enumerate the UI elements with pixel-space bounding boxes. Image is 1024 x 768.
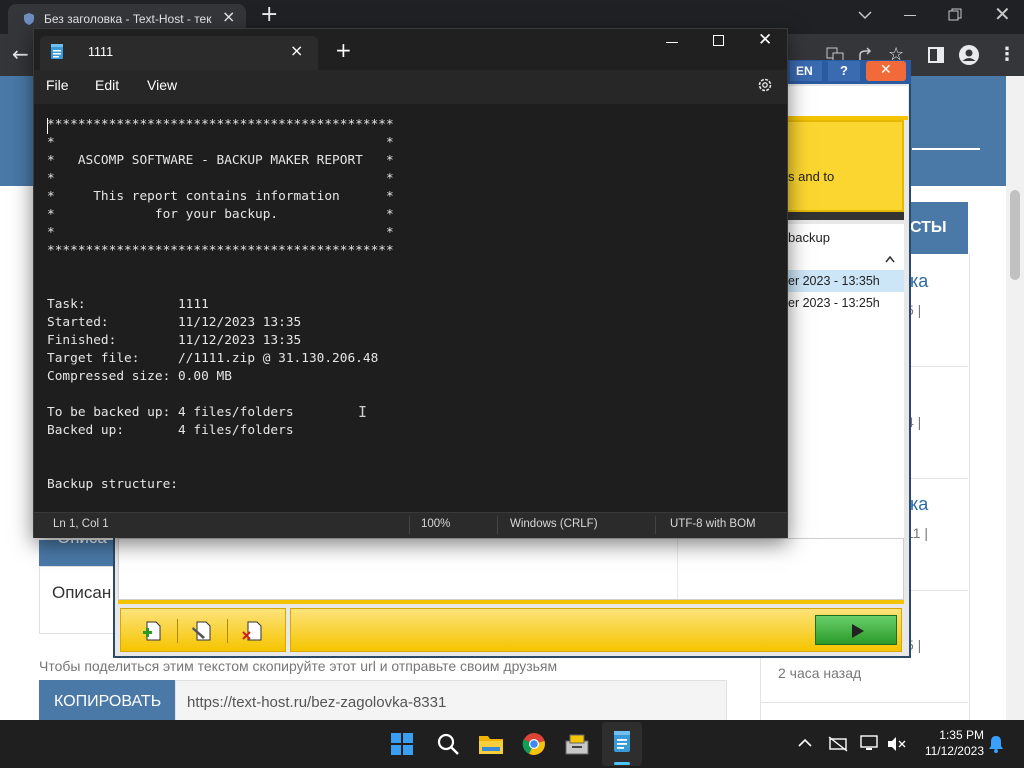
bm-banner-shadow (788, 212, 904, 220)
notepad-icon (51, 44, 63, 59)
minimize-icon[interactable] (904, 15, 916, 16)
sidebar-item-time: 2 часа назад (778, 665, 862, 681)
file-explorer-icon[interactable] (478, 732, 504, 756)
notification-bell-icon[interactable] (988, 735, 1004, 753)
bm-toolbar-strip (788, 86, 908, 116)
menu-file[interactable]: File (46, 77, 69, 93)
maximize-icon[interactable] (713, 35, 724, 46)
text-caret (47, 118, 48, 134)
browser-tab-title: Без заголовка - Text-Host - тек (44, 12, 212, 26)
chevron-down-icon[interactable] (858, 10, 872, 20)
bm-lower-panel (118, 538, 904, 600)
page-scrollbar[interactable] (1006, 76, 1024, 720)
description-tab[interactable]: Описа (39, 528, 117, 566)
status-encoding: UTF-8 with BOM (670, 518, 756, 530)
chrome-icon[interactable] (522, 732, 546, 756)
clock-time[interactable]: 1:35 PM (922, 728, 984, 742)
bm-banner: s and to (788, 120, 904, 212)
toolbar-separator (177, 619, 178, 643)
description-label: Описан (52, 583, 112, 602)
bm-close-button[interactable]: ✕ (866, 61, 906, 81)
network-icon[interactable] (828, 736, 848, 752)
menu-dots-icon[interactable]: ⋮ (998, 44, 1016, 65)
chevron-up-icon[interactable] (798, 738, 812, 748)
notepad-taskbar-button[interactable] (602, 722, 642, 766)
shield-icon (24, 13, 34, 25)
display-icon[interactable] (860, 735, 878, 751)
sidebar-item-title[interactable]: ка (910, 271, 928, 292)
url-field[interactable]: https://text-host.ru/bez-zagolovka-8331 (175, 680, 727, 722)
sidebar-heading-text: СТЫ (910, 219, 947, 236)
backup-maker-taskbar-icon[interactable] (564, 731, 590, 757)
gear-icon[interactable] (756, 76, 774, 94)
bm-action-toolbar (120, 608, 286, 652)
sidebar-divider (760, 702, 968, 703)
sidebar-item-title[interactable]: ка (910, 494, 928, 515)
bm-accent-line (118, 600, 904, 604)
notepad-text[interactable]: ****************************************… (47, 116, 767, 506)
profile-icon[interactable] (958, 44, 980, 66)
new-tab-icon[interactable]: + (335, 38, 352, 62)
search-icon[interactable] (436, 732, 460, 756)
notepad-tab[interactable]: 1111 × (40, 36, 318, 70)
bm-column-divider (677, 539, 678, 599)
status-divider (655, 516, 656, 534)
restore-icon[interactable] (948, 8, 962, 22)
play-icon (852, 624, 864, 638)
active-indicator (614, 762, 630, 765)
bm-list-item-selected[interactable]: er 2023 - 13:35h (788, 270, 904, 292)
help-button[interactable]: ? (828, 61, 860, 81)
windows-start-icon[interactable] (390, 732, 414, 756)
close-icon[interactable]: ✕ (758, 30, 772, 50)
close-icon: ✕ (880, 62, 892, 78)
notepad-tab-title: 1111 (88, 45, 114, 59)
bm-list-header: backup (788, 224, 904, 253)
status-position: Ln 1, Col 1 (53, 518, 109, 530)
status-line-ending: Windows (CRLF) (510, 518, 598, 530)
menu-view[interactable]: View (147, 77, 177, 93)
minimize-icon[interactable] (666, 42, 678, 43)
description-panel: Описан (39, 566, 117, 634)
language-button[interactable]: EN (790, 61, 822, 81)
toolbar-separator (227, 619, 228, 643)
status-zoom[interactable]: 100% (421, 518, 450, 530)
page-scroll-thumb[interactable] (1010, 190, 1020, 280)
delete-backup-icon[interactable] (241, 619, 265, 643)
bm-banner-text: s and to (788, 169, 835, 184)
status-divider (409, 516, 410, 534)
new-tab-icon[interactable]: + (260, 2, 278, 27)
back-arrow-icon[interactable]: ← (12, 42, 29, 66)
text-cursor-icon: I (358, 403, 368, 421)
bm-run-bar (290, 608, 902, 652)
header-underline (912, 148, 980, 150)
notepad-icon (614, 731, 630, 752)
status-divider (497, 516, 498, 534)
bm-list-item[interactable]: er 2023 - 13:25h (788, 292, 904, 314)
close-icon[interactable]: ✕ (994, 2, 1011, 26)
run-backup-button[interactable] (815, 615, 897, 645)
clock-date[interactable]: 11/12/2023 (912, 744, 984, 758)
sidebar-panel-icon[interactable] (928, 47, 944, 63)
volume-muted-icon[interactable] (886, 736, 906, 752)
chevron-up-icon[interactable] (885, 255, 895, 263)
edit-backup-icon[interactable] (191, 619, 215, 643)
close-icon[interactable]: × (222, 7, 235, 26)
share-text: Чтобы поделиться этим текстом скопируйте… (39, 658, 558, 674)
menu-edit[interactable]: Edit (95, 77, 119, 93)
add-backup-icon[interactable] (141, 619, 165, 643)
bm-list-header-text: backup (788, 230, 830, 245)
copy-button[interactable]: КОПИРОВАТЬ (39, 680, 175, 722)
close-icon[interactable]: × (290, 41, 303, 60)
url-text: https://text-host.ru/bez-zagolovka-8331 (187, 694, 447, 711)
